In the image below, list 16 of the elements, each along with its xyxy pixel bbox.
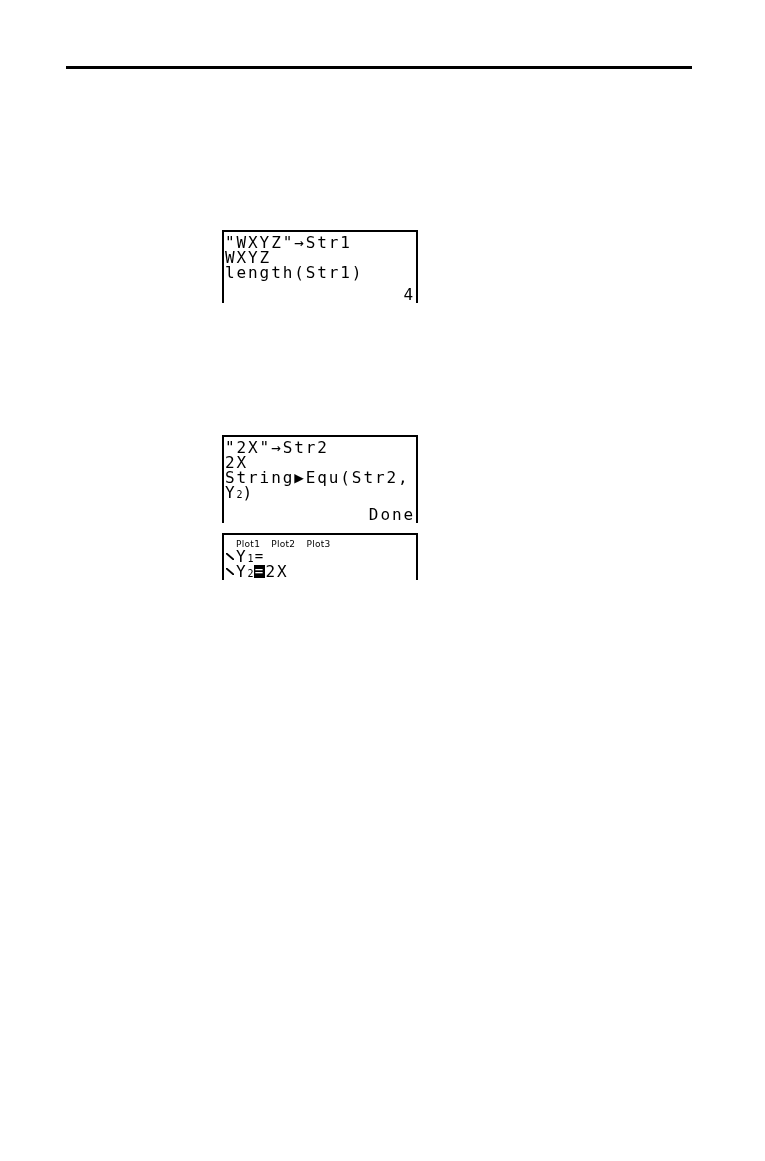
equals-sign: = [253,550,265,563]
equals-sign: = [253,565,265,578]
input-line: length(Str1) [225,265,365,280]
plot-label: Plot2 [271,539,296,549]
plot-label: Plot3 [306,539,331,549]
output-line: WXYZ [225,250,272,265]
output-line: 4 [402,287,415,302]
diagonal-line-icon [226,553,234,560]
input-line: "2X"→Str2 [225,440,330,455]
output-line: Done [367,507,415,522]
function-expression: 2X [265,564,289,579]
input-line: "WXYZ"→Str1 [225,235,353,250]
plot-label: Plot1 [236,539,261,549]
diagonal-line-icon [226,568,234,575]
output-line: 2X [225,455,249,470]
input-line: String▶Equ(Str2, [225,470,411,485]
